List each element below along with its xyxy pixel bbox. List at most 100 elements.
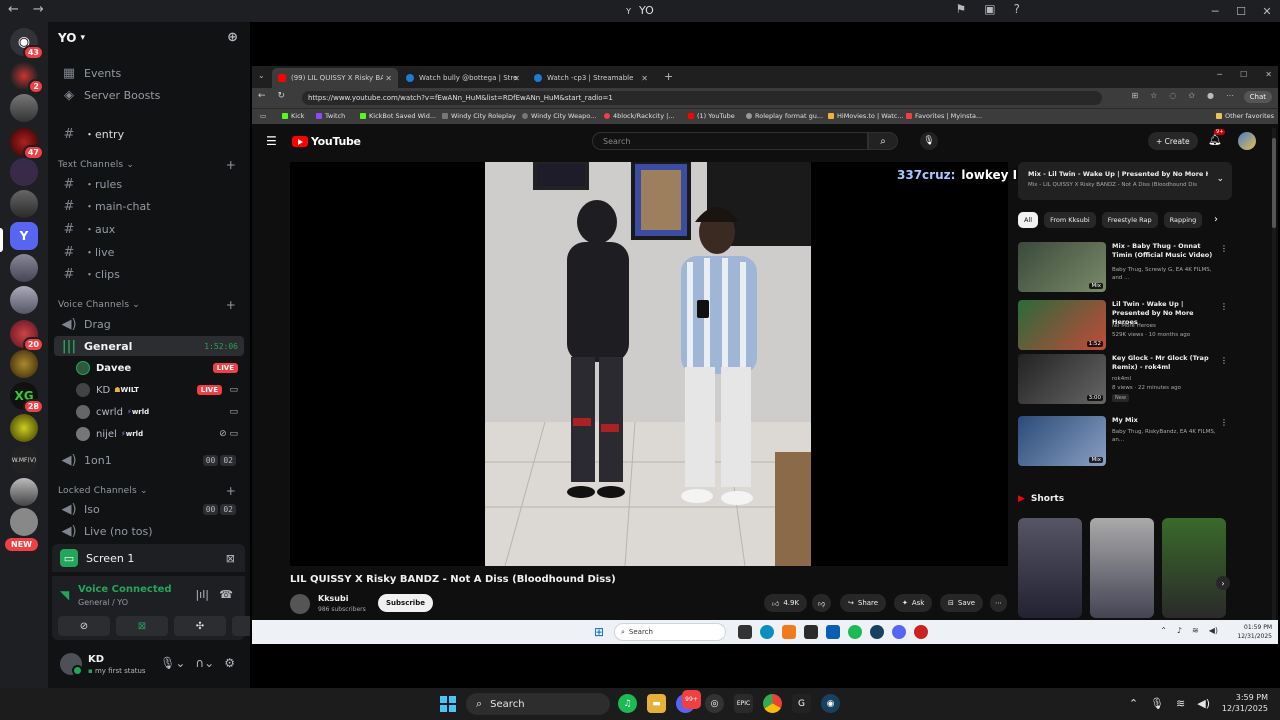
scrollbar-thumb[interactable] (1272, 138, 1276, 228)
new-tab-icon[interactable]: + (664, 70, 673, 83)
server-icon-5[interactable] (10, 190, 38, 218)
dislike-button[interactable]: 👎︎ (812, 594, 832, 612)
help-icon[interactable]: ? (1014, 2, 1020, 16)
star-icon[interactable]: ☆ (1150, 91, 1157, 100)
voice-channel-general[interactable]: ||| General 1:52:06 (54, 336, 244, 356)
youtube-logo[interactable]: YouTube (292, 135, 361, 148)
youtube-search-input[interactable]: Search (592, 132, 868, 150)
microphone-icon[interactable]: 🎙︎ (1150, 697, 1164, 710)
more-icon[interactable]: ⋯ (1226, 91, 1234, 100)
server-icon-9[interactable] (10, 350, 38, 378)
channel-live[interactable]: # ・live (54, 242, 244, 262)
steam-icon[interactable]: ◉ (821, 694, 840, 713)
edge-icon[interactable] (760, 625, 774, 639)
add-channel-icon[interactable]: + (226, 298, 236, 312)
wifi-icon[interactable]: ≋ (1176, 697, 1185, 710)
windows-start-icon[interactable]: ⊞ (594, 626, 606, 638)
channel-clips[interactable]: # ・clips (54, 264, 244, 284)
like-button[interactable]: 👍︎ 4.9K (764, 594, 808, 612)
voice-user-kd[interactable]: KD ☗WILT LIVE ▭ (76, 380, 244, 400)
activities-button[interactable]: ✣ (174, 616, 226, 636)
split-view-icon[interactable]: ⊞ (1131, 91, 1138, 100)
server-icon-12[interactable] (10, 478, 38, 506)
server-icon-yo[interactable]: Y (10, 222, 38, 250)
streamed-search-input[interactable]: ⌕ Search (614, 623, 726, 641)
bookmark-roleplay-format[interactable]: Roleplay format gu... (746, 112, 823, 120)
task-view-icon[interactable] (738, 625, 752, 639)
tab-streamable-2[interactable]: Watch -cp3 | Streamable ✕ (528, 68, 654, 88)
channel-rules[interactable]: # ・rules (54, 174, 244, 194)
short-thumbnail-2[interactable] (1090, 518, 1154, 618)
video-player[interactable] (290, 162, 1008, 566)
screen-share-button[interactable]: ⊠ (116, 616, 168, 636)
epic-games-icon[interactable]: EPIC (734, 694, 753, 713)
bookmarks-folder-icon[interactable]: ▭ (260, 112, 266, 120)
disconnect-icon[interactable]: ☎ (219, 588, 233, 601)
voice-channel-drag[interactable]: ◀) Drag (54, 314, 244, 334)
bookmark-himovies[interactable]: HiMovies.to | Watc... (828, 112, 904, 120)
server-boosts-item[interactable]: ◈ Server Boosts (54, 85, 244, 105)
other-favorites-folder[interactable]: Other favorites (1216, 112, 1274, 120)
server-icon-3[interactable]: 47 (10, 128, 44, 160)
scrollbar[interactable] (1272, 128, 1276, 638)
chip-freestyle-rap[interactable]: Freestyle Rap (1101, 212, 1158, 228)
avatar[interactable] (1238, 132, 1256, 150)
notifications-bell-icon[interactable]: 🔔︎ 9+ (1208, 129, 1226, 146)
share-button[interactable]: ↪ Share (840, 594, 887, 612)
server-icon-6[interactable] (10, 254, 38, 282)
app-icon[interactable]: G (792, 694, 811, 713)
inbox-icon[interactable]: ⚑ (956, 2, 967, 16)
short-thumbnail-3[interactable] (1162, 518, 1226, 618)
system-clock[interactable]: 3:59 PM 12/31/2025 (1222, 692, 1268, 714)
category-locked-channels[interactable]: Locked Channels ⌄ + (58, 484, 244, 498)
maximize-icon[interactable]: ☐ (1228, 0, 1254, 22)
voice-user-davee[interactable]: Davee LIVE (76, 358, 244, 378)
favorites-icon[interactable]: ✩ (1188, 91, 1195, 100)
close-icon[interactable]: ✕ (1265, 70, 1272, 79)
terminal-icon[interactable] (804, 625, 818, 639)
search-icon[interactable]: ⌕ (868, 132, 898, 150)
chip-from-kksubi[interactable]: From Kksubi (1044, 212, 1096, 228)
chevron-down-icon[interactable]: ⌄ (1216, 174, 1224, 184)
tab-streamable-1[interactable]: Watch bully @bottega | Streamable✕ (400, 68, 526, 88)
create-button[interactable]: + Create (1148, 132, 1198, 150)
windows-start-icon[interactable] (440, 696, 456, 712)
app-icon[interactable] (782, 625, 796, 639)
category-text-channels[interactable]: Text Channels ⌄ + (58, 158, 244, 172)
volume-icon[interactable]: ◀) (1197, 697, 1210, 710)
app-icon[interactable] (826, 625, 840, 639)
screen-share-panel[interactable]: ▭ Screen 1 ⊠ (52, 544, 245, 572)
volume-icon[interactable]: ◀) (1209, 626, 1218, 635)
avatar[interactable] (290, 594, 310, 614)
more-actions-button[interactable]: ⋯ (990, 594, 1007, 612)
more-vert-icon[interactable]: ⋮ (1220, 244, 1228, 253)
chip-rapping[interactable]: Rapping (1163, 212, 1203, 228)
headphones-icon[interactable]: ∩⌄ (195, 656, 214, 670)
chevron-right-icon[interactable]: › (1216, 576, 1230, 590)
bookmark-youtube[interactable]: (1) YouTube (688, 112, 735, 120)
noise-suppression-icon[interactable]: |ıl| (195, 588, 209, 601)
category-voice-channels[interactable]: Voice Channels ⌄ + (58, 298, 244, 312)
discord-icon[interactable]: ◕99+ (676, 690, 701, 713)
close-icon[interactable]: ✕ (1254, 0, 1280, 22)
ask-button[interactable]: ✦ Ask (894, 594, 933, 612)
list-item[interactable]: 1:52 Lil Twin - Wake Up | Presented by N… (1018, 300, 1232, 352)
short-thumbnail-1[interactable] (1018, 518, 1082, 618)
minimize-icon[interactable]: ─ (1202, 0, 1228, 22)
subscribe-button[interactable]: Subscribe (378, 594, 433, 612)
voice-channel-iso[interactable]: ◀) Iso 00 02 (54, 499, 244, 519)
mix-playlist-card[interactable]: Mix - Lil Twin - Wake Up | Presented by … (1018, 162, 1232, 200)
voice-channel-live-no-tos[interactable]: ◀) Live (no tos) (54, 521, 244, 541)
more-vert-icon[interactable]: ⋮ (1220, 302, 1228, 311)
channel-main-chat[interactable]: # ・main-chat (54, 196, 244, 216)
channel-aux[interactable]: # ・aux (54, 219, 244, 239)
close-tab-icon[interactable]: ✕ (641, 74, 648, 83)
discord-icon[interactable] (892, 625, 906, 639)
server-icon-11[interactable]: W.MF(V) (10, 446, 38, 474)
url-input[interactable]: https://www.youtube.com/watch?v=fEwANn_H… (302, 91, 1102, 105)
direct-messages-icon[interactable]: ◉ 43 (10, 28, 44, 60)
refresh-icon[interactable]: ↻ (278, 91, 286, 101)
channel-entry[interactable]: # ・entry (54, 124, 244, 144)
list-item[interactable]: Mix My Mix Baby Thug, RiskyBandz, EA 4K … (1018, 416, 1232, 468)
file-explorer-icon[interactable]: ▬ (647, 694, 666, 713)
